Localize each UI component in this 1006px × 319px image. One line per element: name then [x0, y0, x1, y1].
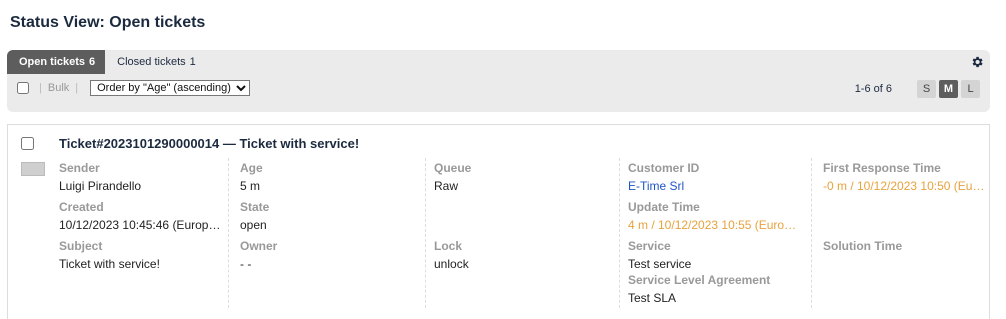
tab-label: Open tickets — [19, 56, 86, 68]
created-label: Created — [59, 200, 104, 214]
pagination-info: 1-6 of 6 — [854, 83, 892, 95]
toolbar-separator: | — [39, 82, 42, 94]
sender-value: Luigi Pirandello — [59, 179, 142, 193]
queue-value: Raw — [434, 179, 459, 193]
order-by-select[interactable]: Order by "Age" (ascending) — [90, 80, 251, 96]
created-value: 10/12/2023 10:45:46 (Europe… — [59, 218, 227, 232]
state-value: open — [240, 218, 267, 232]
view-size-switcher: S M L — [917, 80, 980, 98]
ticket-column-escalation: First Response Time -0 m / 10/12/2023 10… — [823, 158, 988, 308]
sla-value: Test SLA — [628, 291, 677, 305]
owner-value: - - — [240, 257, 252, 271]
toolbar-separator: | — [75, 82, 79, 94]
ticket-column-age: Age 5 m State open Owner - - — [240, 158, 426, 308]
ticket-card: Ticket#2023101290000014 — Ticket with se… — [7, 124, 990, 319]
tab-bar: Open tickets 6 Closed tickets 1 — [7, 50, 206, 74]
customer-id-label: Customer ID — [628, 161, 700, 175]
service-value: Test service — [628, 257, 692, 271]
tab-closed-tickets[interactable]: Closed tickets 1 — [105, 50, 206, 74]
tab-open-tickets[interactable]: Open tickets 6 — [7, 50, 106, 74]
solution-time-label: Solution Time — [823, 239, 903, 253]
update-time-value: 4 m / 10/12/2023 10:55 (Euro… — [628, 218, 797, 232]
priority-indicator — [21, 162, 45, 176]
lock-label: Lock — [434, 239, 463, 253]
tab-count: 1 — [189, 56, 196, 68]
sla-label: Service Level Agreement — [628, 273, 771, 287]
view-size-small-button[interactable]: S — [917, 80, 936, 98]
tab-label: Closed tickets — [117, 56, 186, 68]
sender-label: Sender — [59, 161, 100, 175]
age-value: 5 m — [240, 179, 261, 193]
subject-value: Ticket with service! — [59, 257, 160, 271]
gear-icon[interactable] — [970, 55, 984, 69]
ticket-column-sender: Sender Luigi Pirandello Created 10/12/20… — [59, 158, 229, 308]
first-response-value: -0 m / 10/12/2023 10:50 (Euro… — [823, 179, 988, 193]
update-time-label: Update Time — [628, 200, 700, 214]
bulk-toolbar: | Bulk | Order by "Age" (ascending) — [17, 80, 251, 96]
tab-count: 6 — [89, 56, 96, 68]
page-title: Status View: Open tickets — [10, 14, 206, 31]
select-all-checkbox[interactable] — [17, 82, 29, 94]
state-label: State — [240, 200, 270, 214]
owner-label: Owner — [240, 239, 278, 253]
bulk-action-link[interactable]: Bulk — [48, 82, 69, 94]
ticket-column-queue: Queue Raw Lock unlock — [434, 158, 620, 308]
service-label: Service — [628, 239, 671, 253]
view-size-large-button[interactable]: L — [961, 80, 980, 98]
queue-label: Queue — [434, 161, 472, 175]
lock-value: unlock — [434, 257, 469, 271]
view-size-medium-button[interactable]: M — [939, 80, 958, 98]
first-response-label: First Response Time — [823, 161, 941, 175]
subject-label: Subject — [59, 239, 103, 253]
ticket-title-link[interactable]: Ticket#2023101290000014 — Ticket with se… — [59, 136, 359, 151]
overview-box: Open tickets 6 Closed tickets 1 | Bulk | O… — [7, 50, 990, 112]
ticket-select-checkbox[interactable] — [21, 137, 34, 150]
customer-id-link[interactable]: E-Time Srl — [628, 179, 806, 193]
age-label: Age — [240, 161, 263, 175]
ticket-column-customer: Customer ID E-Time Srl Update Time 4 m /… — [628, 158, 812, 308]
